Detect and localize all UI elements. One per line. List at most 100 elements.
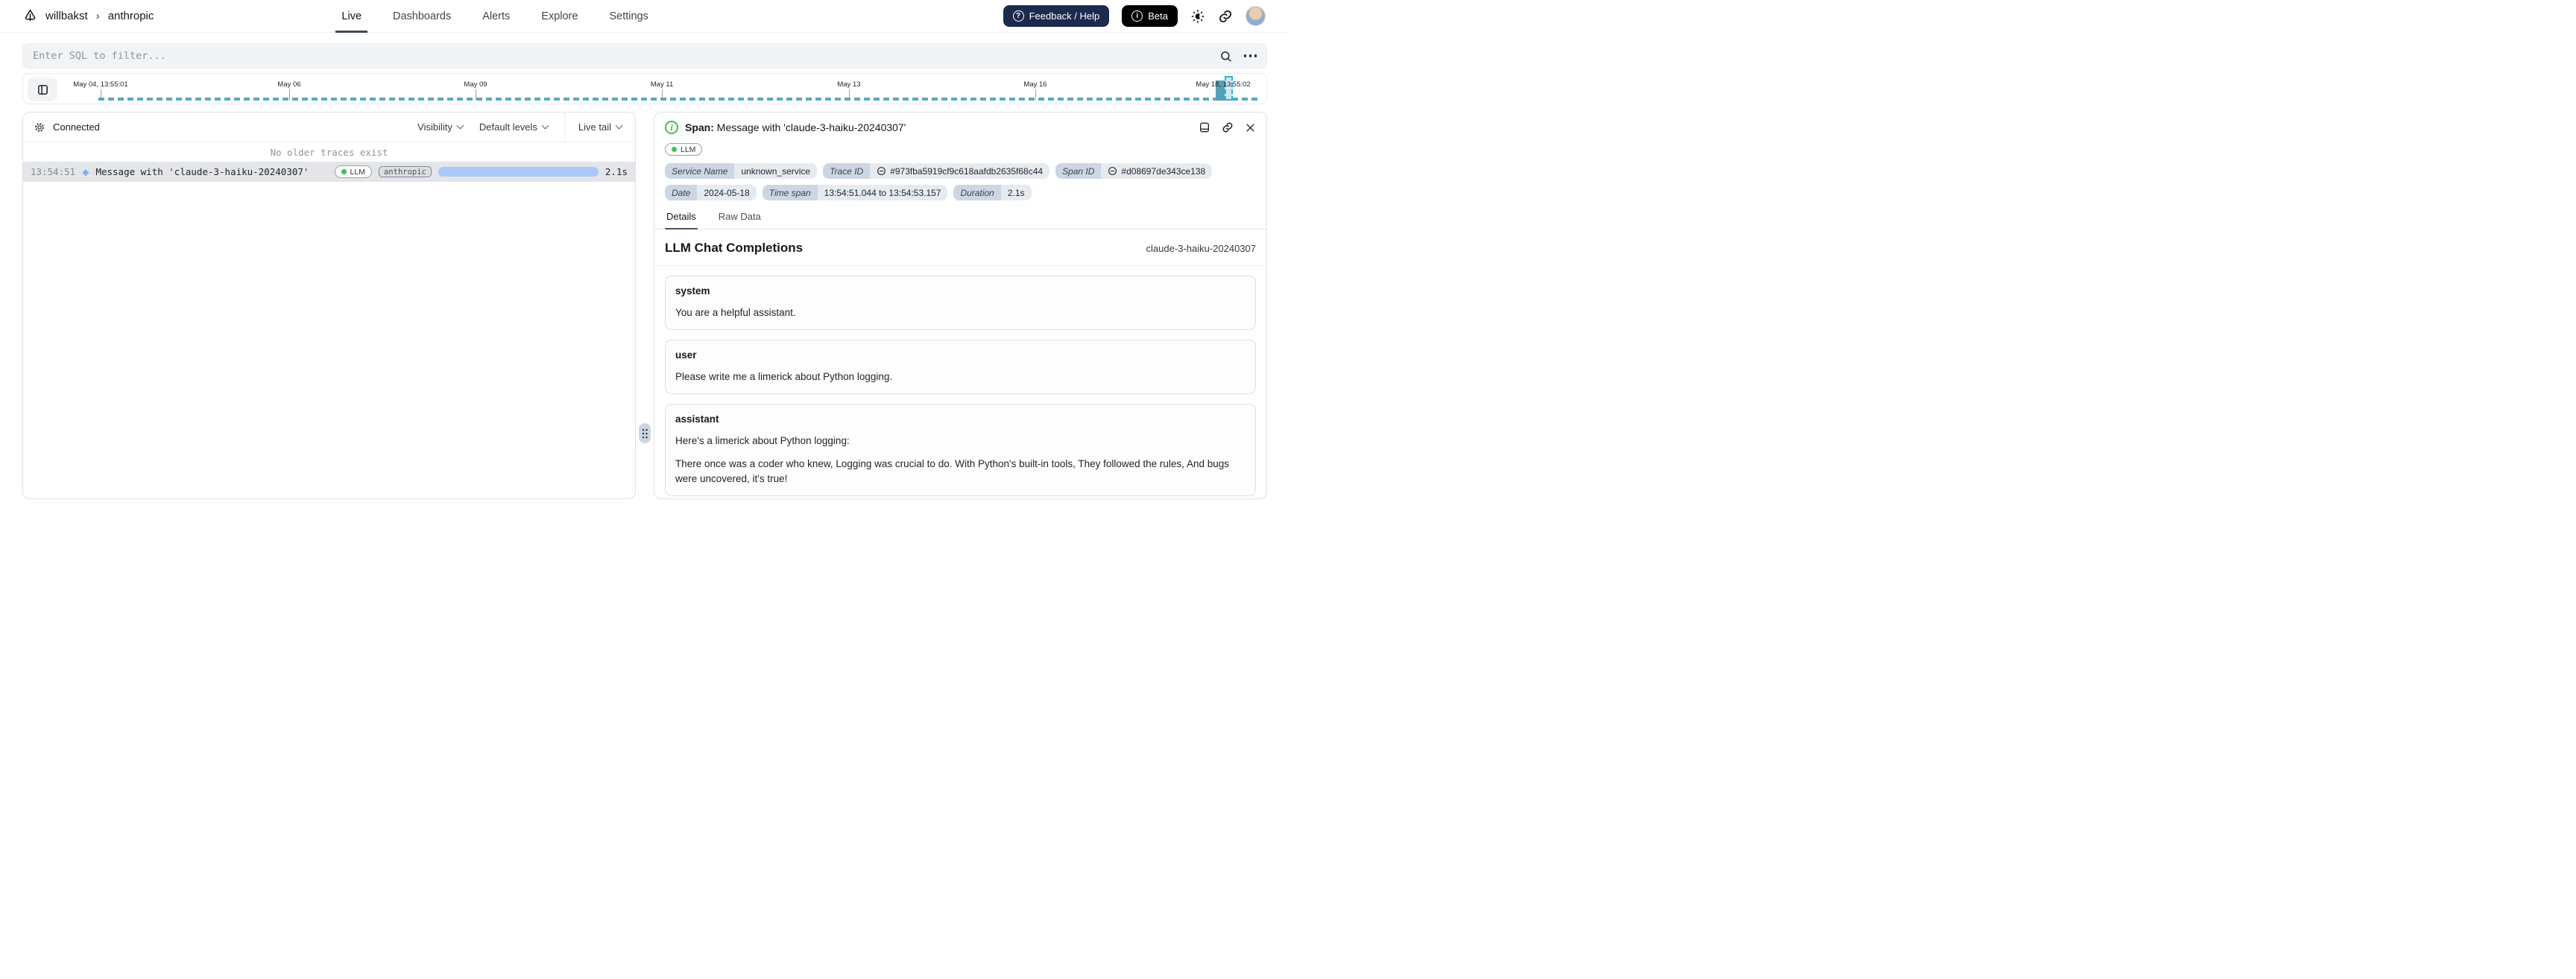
chevron-down-icon [456,121,464,130]
beta-label: Beta [1148,10,1168,22]
timeline-tick-label: May 06 [277,80,301,89]
info-circle-icon: i [1131,10,1143,22]
message-text: Please write me a limerick about Python … [675,371,893,383]
sidebar-toggle-button[interactable] [28,77,57,101]
beta-button[interactable]: i Beta [1122,5,1178,27]
timeline-tick-label: May 11 [650,80,674,89]
live-tail-dropdown[interactable]: Live tail [578,121,623,133]
message-role: assistant [675,414,719,425]
breadcrumb-separator-icon: › [95,10,100,22]
prop-date: Date 2024-05-18 [665,185,757,200]
trace-duration: 2.1s [604,166,628,177]
copy-page-link-button[interactable] [1218,9,1233,24]
tab-raw-data[interactable]: Raw Data [717,209,763,229]
feedback-help-button[interactable]: ? Feedback / Help [1003,5,1110,27]
histogram-baseline-bars [98,98,1259,101]
timeline-tick-label: May 13 [837,80,861,89]
close-panel-button[interactable] [1245,122,1256,133]
message-text: Here's a limerick about Python logging: [675,435,850,447]
nav-actions: ? Feedback / Help i Beta [1003,5,1266,27]
more-options-button[interactable] [1243,54,1257,57]
timeline-tick-label: May 16 [1023,80,1047,89]
message-card-user: user Please write me a limerick about Py… [665,340,1256,395]
trace-service-badge: anthropic [378,166,432,177]
tab-live[interactable]: Live [335,0,367,33]
copy-span-link-button[interactable] [1222,121,1234,133]
message-card-assistant: assistant Here's a limerick about Python… [665,404,1256,496]
span-details-panel: i Span: Message with 'claude-3-haiku-202… [654,112,1267,499]
visibility-dropdown[interactable]: Visibility [417,121,464,133]
prop-service-name: Service Name unknown_service [665,163,818,179]
feedback-help-label: Feedback / Help [1029,10,1100,22]
search-button[interactable] [1219,50,1232,63]
default-levels-dropdown[interactable]: Default levels [479,121,549,133]
tab-explore[interactable]: Explore [540,0,579,33]
primary-nav: Live Dashboards Alerts Explore Settings [335,0,649,33]
prop-span-id[interactable]: Span ID #d08697de343ce138 [1055,163,1213,179]
span-title-line: Span: Message with 'claude-3-haiku-20240… [685,121,906,133]
link-icon [1218,9,1233,24]
message-role: system [675,285,710,297]
traces-panel-header: Connected Visibility Default levels Live… [23,113,635,142]
settings-gear-icon[interactable] [34,121,45,133]
model-name: claude-3-haiku-20240307 [1146,243,1256,254]
message-role: user [675,349,697,361]
section-title: LLM Chat Completions [665,241,804,255]
user-avatar[interactable] [1246,6,1266,26]
time-range-histogram: May 04, 13:55:01 May 06 May 09 May 11 Ma… [22,73,1267,104]
tab-alerts[interactable]: Alerts [481,0,511,33]
span-llm-badge: LLM [665,143,703,156]
message-text: You are a helpful assistant. [675,307,796,318]
span-properties-row-1: Service Name unknown_service Trace ID #9… [654,157,1266,179]
timeline-tick-label: May 09 [464,80,487,89]
trace-title: Message with 'claude-3-haiku-20240307' [95,166,309,177]
close-icon [1245,122,1256,133]
message-card-system: system You are a helpful assistant. [665,276,1256,331]
theme-toggle-button[interactable] [1190,9,1205,24]
prop-time-span: Time span 13:54:51.044 to 13:54:53.157 [762,185,948,200]
tab-details[interactable]: Details [665,209,698,229]
span-header: i Span: Message with 'claude-3-haiku-202… [654,113,1266,137]
message-text: There once was a coder who knew, Logging… [675,458,1229,484]
span-title: Message with 'claude-3-haiku-20240307' [716,121,906,133]
span-label: Span: [685,121,714,133]
link-icon [877,166,886,176]
chat-messages: system You are a helpful assistant. user… [654,266,1266,498]
trace-timestamp: 13:54:51 [31,166,76,177]
breadcrumb-org[interactable]: willbakst [45,10,88,22]
traces-panel: Connected Visibility Default levels Live… [22,112,636,499]
connection-status: Connected [53,121,100,133]
status-dot-icon [341,169,347,174]
breadcrumb-project[interactable]: anthropic [108,10,154,22]
sql-filter-bar [22,43,1267,69]
top-nav: willbakst › anthropic Live Dashboards Al… [0,0,1288,33]
prop-trace-id[interactable]: Trace ID #973fba5919cf9c618aafdb2635f68c… [823,163,1050,179]
timeline-tick-label: May 18, 13:55:02 [1196,80,1251,89]
split-view-button[interactable] [1199,121,1210,133]
trace-llm-badge: LLM [334,165,372,178]
span-tabs: Details Raw Data [654,209,1266,229]
drag-dots-icon [642,428,648,438]
ellipsis-icon [1243,54,1246,57]
sql-filter-input[interactable] [33,50,1219,62]
question-circle-icon: ? [1012,10,1024,22]
tab-dashboards[interactable]: Dashboards [391,0,452,33]
brand-logo-icon[interactable] [22,8,38,24]
trace-duration-bar [438,167,599,177]
span-info-icon: i [665,121,678,134]
panel-layout-icon [37,83,49,96]
span-type-badge-row: LLM [654,137,1266,157]
tab-settings[interactable]: Settings [607,0,649,33]
chevron-down-icon [615,121,623,130]
chevron-down-icon [541,121,549,130]
prop-duration: Duration 2.1s [953,185,1032,200]
llm-section-header: LLM Chat Completions claude-3-haiku-2024… [654,229,1266,266]
timeline-tick-label: May 04, 13:55:01 [73,80,128,89]
trace-row[interactable]: 13:54:51 ◆ Message with 'claude-3-haiku-… [23,162,635,182]
split-panel-icon [1199,121,1210,133]
span-properties-row-2: Date 2024-05-18 Time span 13:54:51.044 t… [654,179,1266,200]
moon-rays-icon [1190,9,1205,24]
panel-resize-handle[interactable] [639,423,651,443]
search-icon [1219,50,1232,63]
header-divider [564,113,565,142]
